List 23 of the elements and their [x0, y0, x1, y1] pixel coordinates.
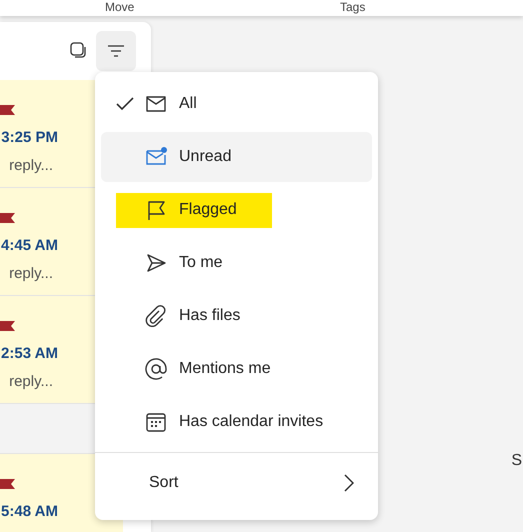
flag-icon[interactable] — [0, 212, 15, 226]
send-icon — [145, 252, 167, 274]
chevron-right-icon — [344, 474, 354, 492]
message-time: 2:53 AM — [1, 344, 58, 364]
ribbon-label[interactable]: Tags — [340, 0, 366, 14]
select-icon[interactable] — [70, 42, 88, 60]
flag-icon[interactable] — [0, 320, 15, 334]
message-time: 4:45 AM — [1, 236, 58, 256]
flag-icon[interactable] — [0, 478, 15, 492]
paperclip-icon — [145, 305, 167, 327]
filter-icon — [107, 44, 125, 58]
message-preview: reply... — [9, 156, 53, 176]
message-time: 3:25 PM — [1, 128, 58, 148]
reading-pane-text: S — [511, 451, 522, 471]
ribbon-label[interactable]: Move — [105, 0, 134, 14]
menu-item[interactable]: Unread — [101, 132, 372, 182]
flag-icon[interactable] — [0, 104, 15, 118]
calendar-icon — [145, 411, 167, 433]
message-preview: reply... — [9, 372, 53, 392]
message-preview: reply... — [9, 264, 53, 284]
message-time: 5:48 AM — [1, 502, 58, 522]
at-sign-icon — [145, 358, 167, 380]
checkmark-icon — [115, 96, 135, 112]
